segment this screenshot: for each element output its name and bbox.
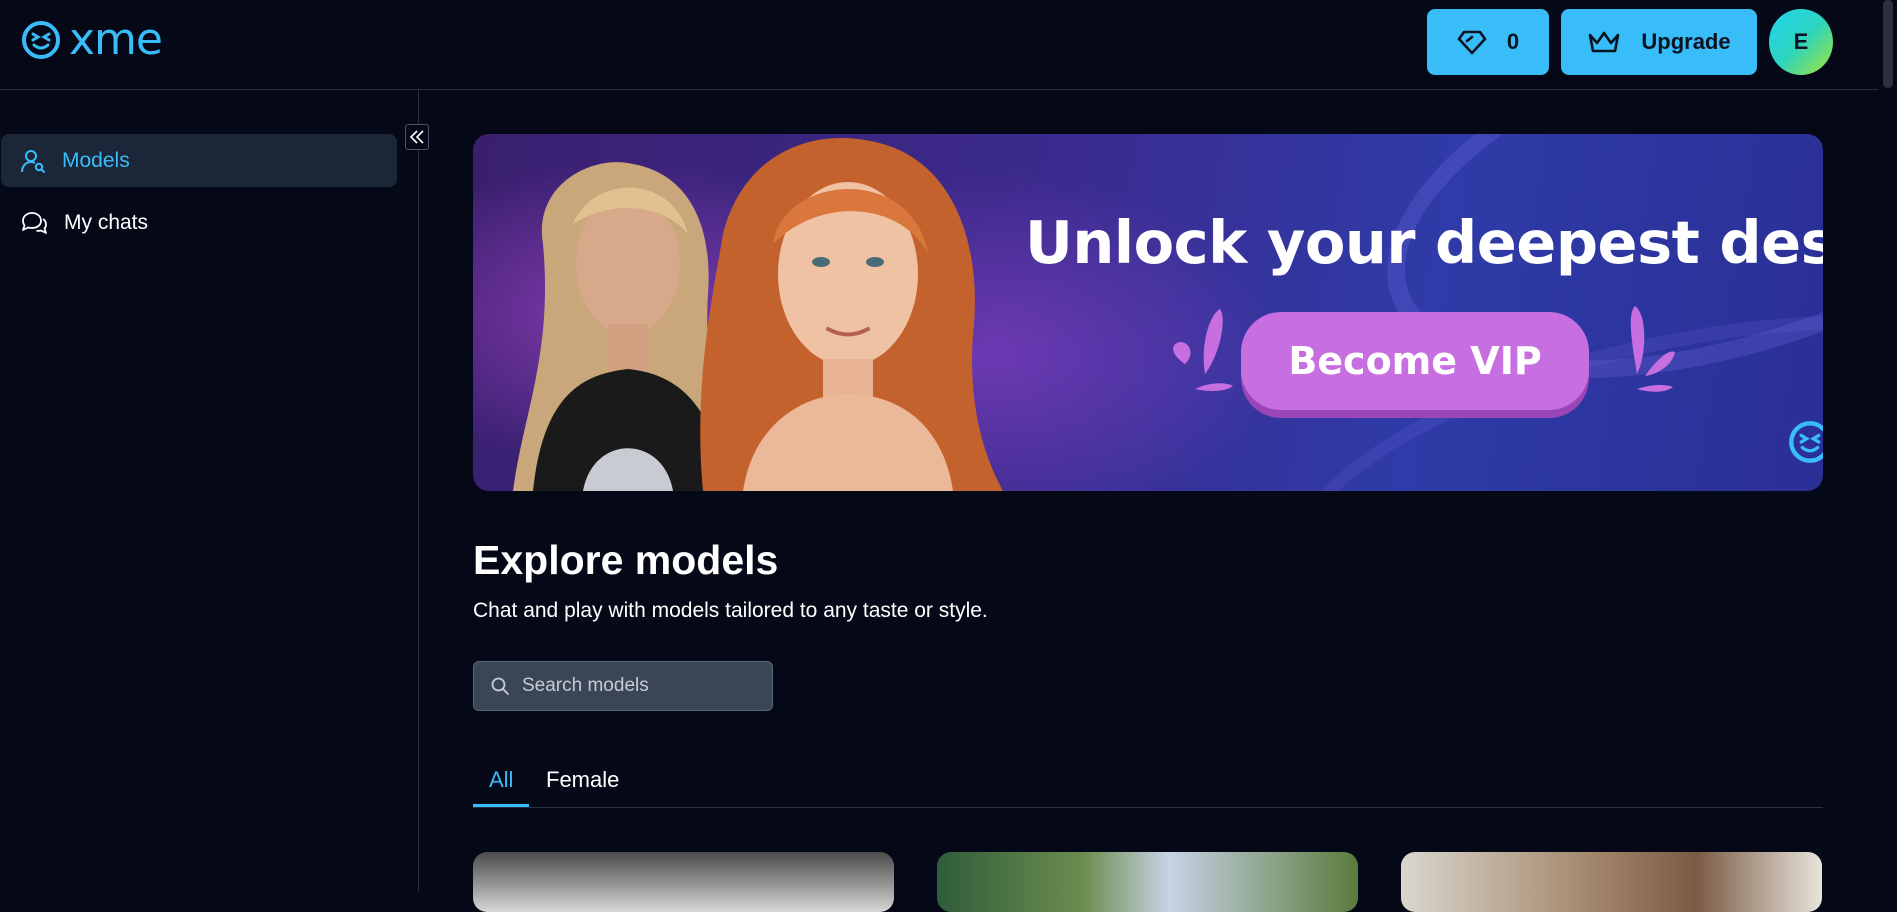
scrollbar-thumb[interactable] [1883, 0, 1893, 88]
gems-count: 0 [1506, 29, 1520, 54]
become-vip-button[interactable]: Become VIP [1241, 312, 1589, 410]
sidebar-item-my-chats[interactable]: My chats [1, 196, 397, 249]
search-input[interactable] [520, 674, 764, 698]
gems-button[interactable]: 0 [1427, 9, 1549, 75]
banner-headline: Unlock your deepest desires [1025, 208, 1823, 277]
splash-decoration-icon [1173, 309, 1233, 391]
upgrade-button[interactable]: Upgrade [1561, 9, 1757, 75]
avatar[interactable]: E [1769, 9, 1833, 75]
diamond-icon [1457, 30, 1487, 55]
logo-text: xme [69, 14, 163, 65]
upgrade-label: Upgrade [1641, 29, 1731, 54]
collapse-sidebar-button[interactable] [405, 124, 429, 150]
sidebar-item-label: Models [62, 148, 130, 172]
logo-icon [22, 21, 60, 59]
model-card[interactable] [1401, 852, 1822, 912]
model-card[interactable] [937, 852, 1358, 912]
top-header: xme 0 Upgrade E [0, 0, 1878, 90]
logo-icon [1789, 421, 1823, 463]
chevrons-left-icon [409, 130, 424, 144]
banner-model-photo-redhead [700, 138, 1003, 491]
sidebar-item-label: My chats [64, 210, 149, 234]
tab-female[interactable]: Female [546, 767, 619, 793]
logo[interactable]: xme [21, 14, 163, 65]
sidebar-item-models[interactable]: Models [1, 134, 397, 187]
user-search-icon [21, 149, 45, 173]
category-tabs: All Female [473, 757, 1823, 808]
active-tab-indicator [473, 804, 529, 807]
chat-bubbles-icon [22, 211, 47, 234]
model-card[interactable] [473, 852, 894, 912]
tab-all[interactable]: All [489, 767, 513, 793]
search-icon [491, 677, 509, 695]
crown-icon [1589, 31, 1620, 53]
page-title: Explore models [473, 537, 779, 583]
sidebar-divider [418, 90, 419, 891]
scrollbar[interactable] [1878, 0, 1897, 891]
vip-promo-banner[interactable]: Unlock your deepest desires Become VIP [473, 134, 1823, 491]
splash-decoration-icon [1630, 306, 1675, 392]
page-subtitle: Chat and play with models tailored to an… [473, 599, 988, 622]
avatar-initial: E [1793, 29, 1809, 54]
search-box[interactable] [473, 661, 773, 711]
